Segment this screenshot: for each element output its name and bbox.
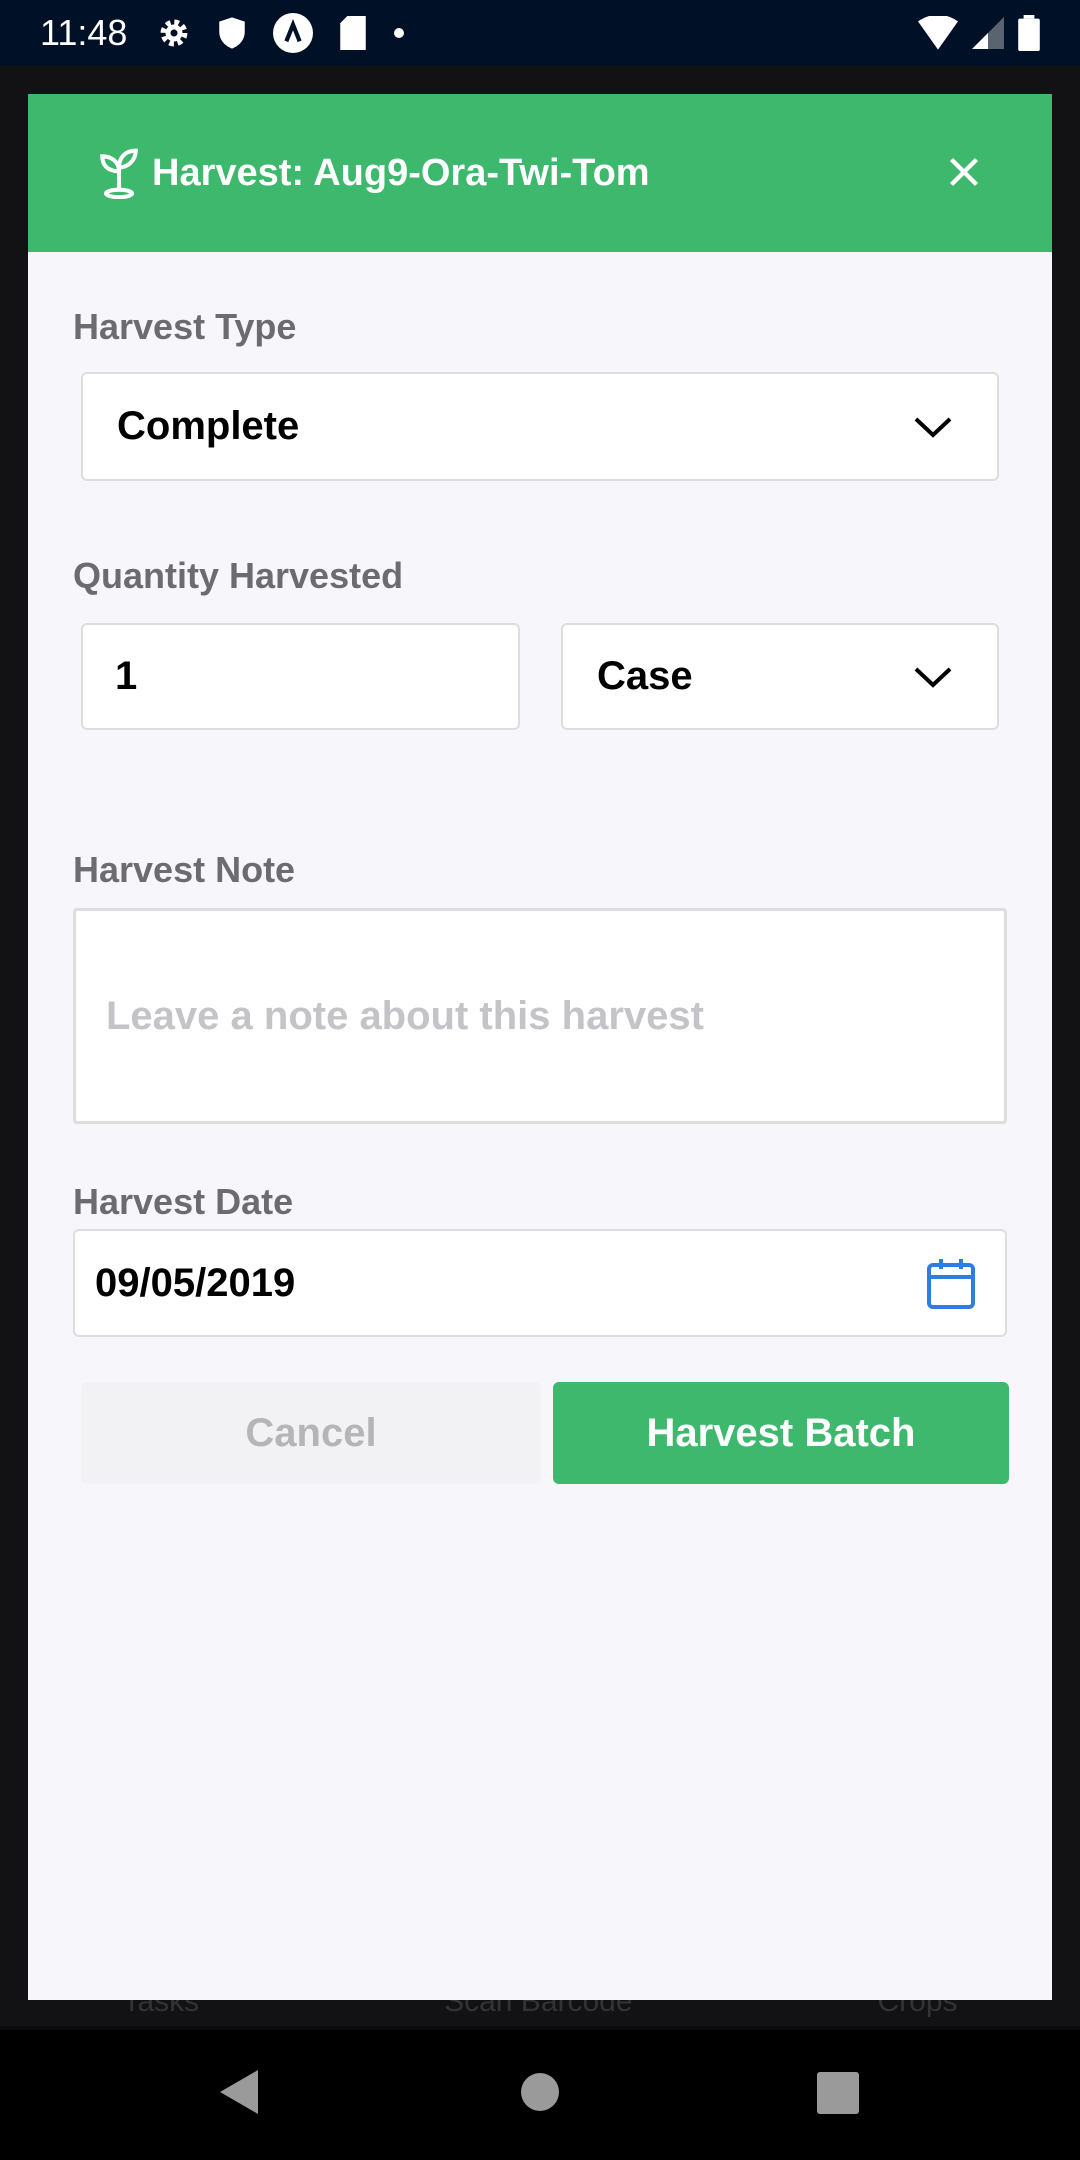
calendar-icon[interactable] bbox=[925, 1257, 977, 1311]
home-icon[interactable] bbox=[520, 2072, 560, 2112]
harvest-modal: Harvest: Aug9-Ora-Twi-Tom Harvest Type C… bbox=[28, 94, 1052, 2000]
dot-icon bbox=[394, 28, 405, 38]
battery-icon bbox=[1018, 15, 1040, 51]
back-icon[interactable] bbox=[218, 2068, 260, 2116]
unit-select[interactable]: Case bbox=[561, 623, 999, 730]
chevron-down-icon bbox=[914, 417, 952, 438]
sd-card-icon bbox=[340, 16, 367, 50]
harvest-batch-button[interactable]: Harvest Batch bbox=[553, 1382, 1009, 1484]
modal-title: Harvest: Aug9-Ora-Twi-Tom bbox=[152, 151, 650, 194]
date-input[interactable]: 09/05/2019 bbox=[73, 1229, 1007, 1337]
harvest-type-value: Complete bbox=[117, 404, 300, 448]
app-icon bbox=[273, 13, 314, 53]
quantity-label: Quantity Harvested bbox=[73, 555, 404, 596]
modal-header: Harvest: Aug9-Ora-Twi-Tom bbox=[28, 94, 1052, 252]
wifi-icon bbox=[918, 16, 958, 50]
shield-icon bbox=[219, 17, 246, 49]
gear-icon bbox=[160, 19, 188, 47]
navigation-bar bbox=[0, 2030, 1080, 2160]
chevron-down-icon bbox=[914, 667, 952, 688]
close-icon bbox=[949, 157, 979, 187]
date-label: Harvest Date bbox=[73, 1181, 294, 1222]
signal-icon bbox=[972, 17, 1004, 49]
close-button[interactable] bbox=[936, 144, 992, 200]
status-bar: 11:48 bbox=[0, 0, 1080, 66]
status-time: 11:48 bbox=[40, 12, 128, 53]
note-textarea[interactable]: Leave a note about this harvest bbox=[73, 908, 1007, 1124]
quantity-input[interactable]: 1 bbox=[81, 623, 520, 730]
harvest-type-select[interactable]: Complete bbox=[81, 372, 999, 481]
harvest-type-label: Harvest Type bbox=[73, 306, 297, 347]
unit-value: Case bbox=[597, 654, 693, 698]
recents-icon[interactable] bbox=[817, 2072, 859, 2114]
date-value: 09/05/2019 bbox=[95, 1260, 296, 1305]
cancel-button[interactable]: Cancel bbox=[81, 1382, 541, 1484]
note-placeholder: Leave a note about this harvest bbox=[106, 993, 704, 1038]
quantity-value: 1 bbox=[115, 654, 138, 698]
sprout-icon bbox=[100, 148, 138, 199]
note-label: Harvest Note bbox=[73, 849, 296, 890]
